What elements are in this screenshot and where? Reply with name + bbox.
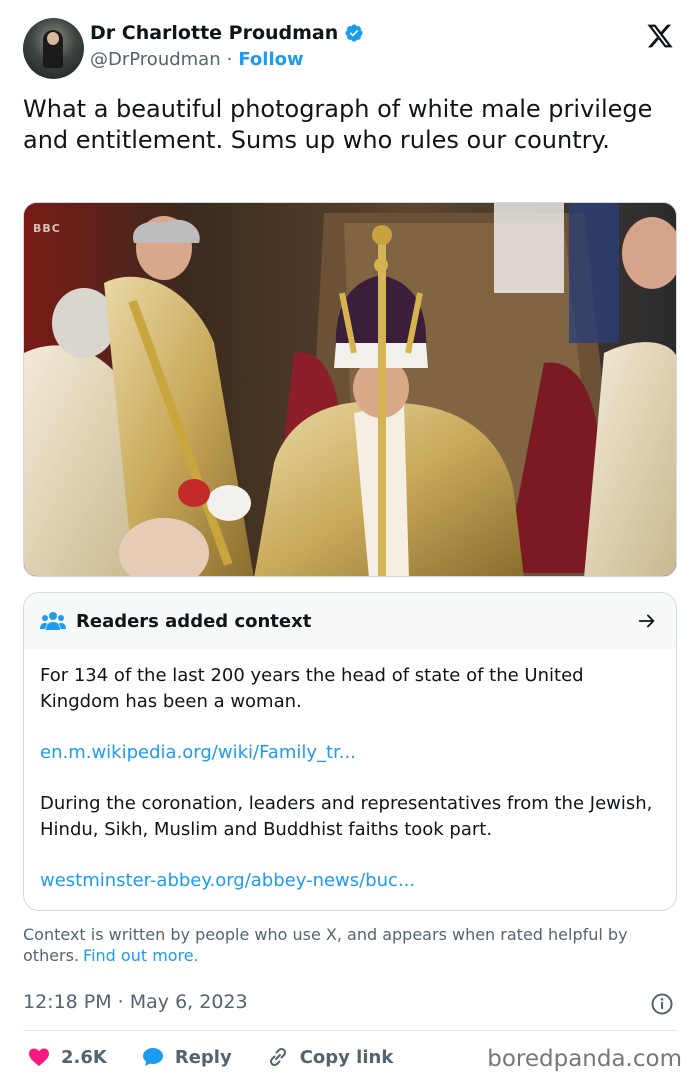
find-out-more-link[interactable]: Find out more. [83,946,199,965]
author-handle[interactable]: @DrProudman [90,49,221,70]
separator-dot: · [226,49,233,70]
follow-button[interactable]: Follow [238,49,303,70]
context-paragraph: During the coronation, leaders and repre… [40,793,653,840]
community-notes-title: Readers added context [76,610,312,632]
context-paragraph: For 134 of the last 200 years the head o… [40,665,584,712]
people-icon [40,612,66,630]
broadcaster-watermark: BBC [33,222,61,235]
tweet-photo[interactable]: BBC [23,202,677,577]
tweet-header: Dr Charlotte Proudman @DrProudman · Foll… [23,18,677,80]
community-notes-body: For 134 of the last 200 years the head o… [24,649,676,894]
copy-link-label: Copy link [299,1046,394,1068]
divider [23,1030,677,1031]
reply-label: Reply [174,1046,232,1068]
coronation-photo-image [24,203,676,576]
handle-row: @DrProudman · Follow [90,49,304,70]
info-icon[interactable] [650,992,674,1016]
source-link[interactable]: en.m.wikipedia.org/wiki/Family_tr... [40,740,660,766]
source-link[interactable]: westminster-abbey.org/abbey-news/buc... [40,868,660,894]
x-logo-icon[interactable] [645,22,675,50]
avatar[interactable] [23,18,84,79]
like-count: 2.6K [61,1046,107,1068]
like-button[interactable]: 2.6K [27,1045,107,1069]
site-watermark: boredpanda.com [487,1046,682,1072]
reply-button[interactable]: Reply [141,1045,232,1069]
community-notes-box: Readers added context For 134 of the las… [23,592,677,911]
community-notes-header[interactable]: Readers added context [24,593,676,649]
heart-icon [29,1048,49,1066]
copy-link-button[interactable]: Copy link [266,1045,394,1069]
arrow-right-icon[interactable] [636,610,658,632]
action-bar: 2.6K Reply Copy link [27,1042,427,1072]
author-name-row: Dr Charlotte Proudman [90,22,364,44]
verified-badge-icon [345,24,363,42]
timestamp[interactable]: 12:18 PM · May 6, 2023 [23,991,248,1013]
tweet-text: What a beautiful photograph of white mal… [23,95,653,154]
author-name[interactable]: Dr Charlotte Proudman [90,22,338,44]
speech-bubble-icon [142,1048,163,1066]
context-disclaimer: Context is written by people who use X, … [23,924,673,966]
link-icon [269,1047,286,1067]
